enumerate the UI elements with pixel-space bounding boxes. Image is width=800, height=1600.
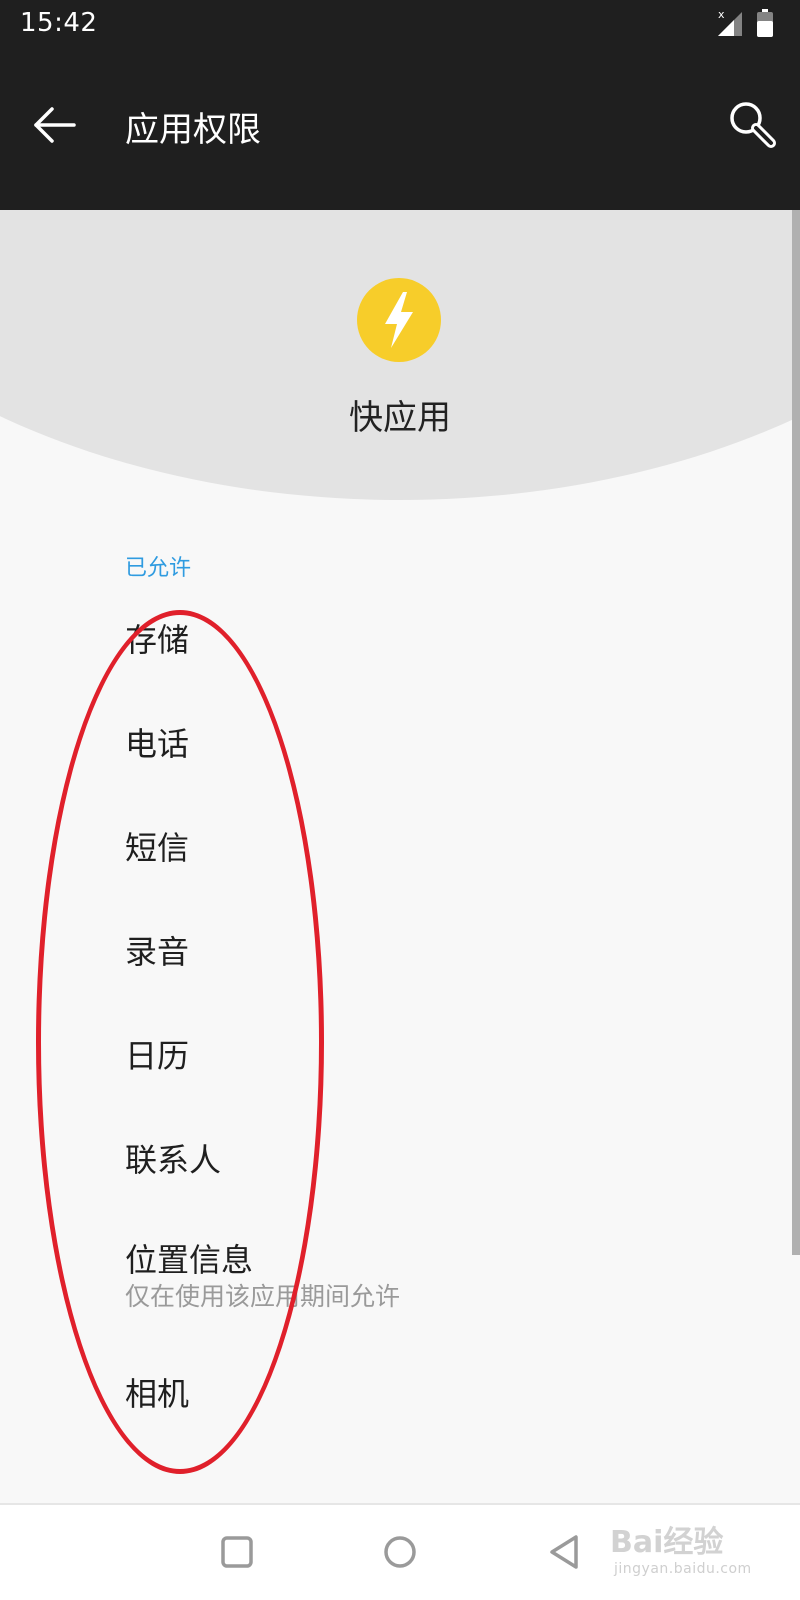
permission-label: 录音 [125,933,190,971]
search-icon [730,102,776,148]
status-bar: 15:42 x [0,0,800,48]
signal-icon: x [718,8,742,36]
back-button[interactable] [30,100,80,150]
lightning-bolt-icon [385,292,413,348]
permission-label: 电话 [125,725,190,763]
section-header-allowed: 已允许 [125,556,192,581]
permission-item-phone[interactable]: 电话 [125,724,189,764]
permission-label: 日历 [125,1037,190,1075]
permission-item-sms[interactable]: 短信 [125,828,189,868]
permission-item-calendar[interactable]: 日历 [125,1036,189,1076]
scrollbar[interactable] [792,210,800,1255]
permission-label: 存储 [125,621,190,659]
permission-item-microphone[interactable]: 录音 [125,932,189,972]
permission-item-camera[interactable]: 相机 [125,1374,189,1414]
recent-apps-button[interactable] [212,1527,262,1577]
permission-content: 快应用 已允许 存储 电话 短信 录音 日历 联系人 位置信息 仅在使用该应用期… [0,210,800,1503]
status-time: 15:42 [20,8,98,38]
search-button[interactable] [726,98,778,150]
back-arrow-icon [34,107,76,143]
app-name: 快应用 [349,398,451,438]
permission-label: 相机 [125,1375,190,1413]
navigation-bar: Bai经验 jingyan.baidu.com [0,1505,800,1600]
watermark-sub: jingyan.baidu.com [614,1561,752,1577]
permission-item-location[interactable]: 位置信息 仅在使用该应用期间允许 [125,1240,400,1314]
watermark-main: Bai经验 [610,1525,724,1560]
permission-sublabel: 仅在使用该应用期间允许 [125,1282,401,1311]
permission-item-contacts[interactable]: 联系人 [125,1140,221,1180]
svg-text:x: x [718,8,725,21]
nav-back-button[interactable] [540,1527,590,1577]
home-icon [384,1536,416,1568]
status-icons: x [712,8,782,38]
permission-label: 联系人 [125,1141,222,1179]
app-bar: 应用权限 [0,48,800,204]
permission-label: 短信 [125,829,190,867]
home-button[interactable] [375,1527,425,1577]
app-icon [357,278,441,362]
back-triangle-icon [550,1535,578,1569]
battery-icon [757,9,773,37]
permission-label: 位置信息 [125,1241,254,1279]
recent-apps-icon [221,1536,253,1568]
permission-item-storage[interactable]: 存储 [125,620,189,660]
page-title: 应用权限 [125,110,261,150]
watermark: Bai经验 jingyan.baidu.com [610,1517,760,1587]
screen: 15:42 x 应用权限 快应用 已允许 存储 电话 短信 录音 日历 联系人 … [0,0,800,1600]
